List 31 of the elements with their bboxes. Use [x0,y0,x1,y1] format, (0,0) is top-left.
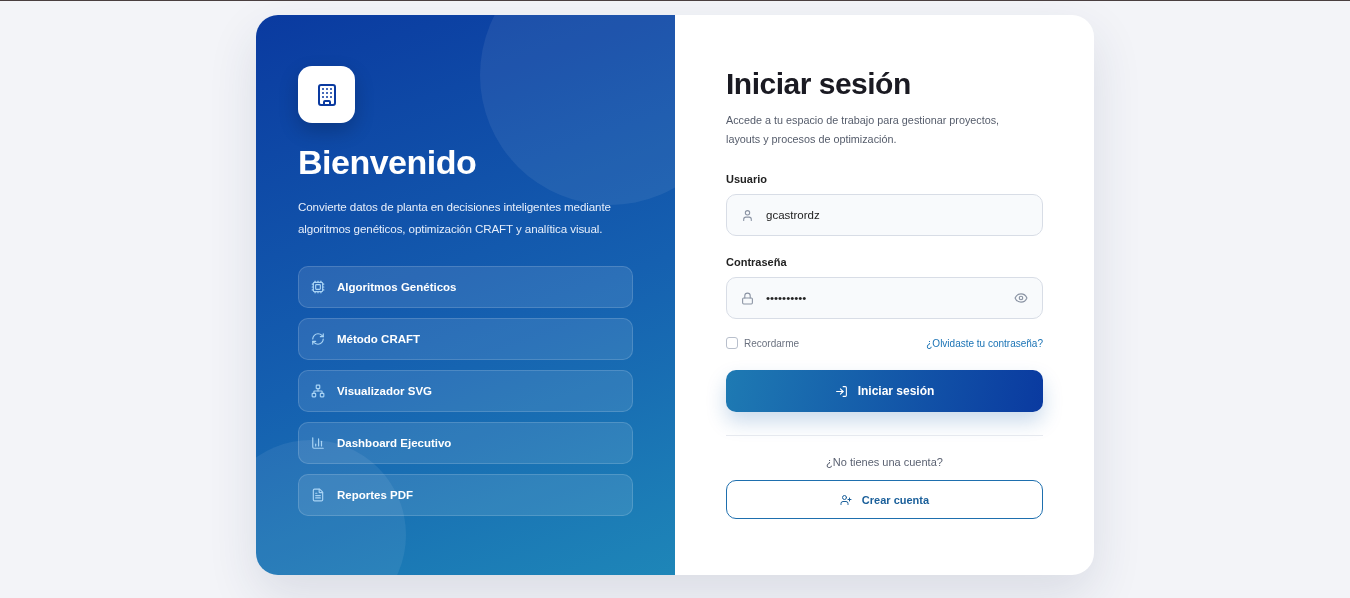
username-field[interactable]: gcastrordz [726,194,1043,236]
signup-prompt: ¿No tienes una cuenta? [825,456,944,468]
forgot-password-link[interactable]: ¿Olvidaste tu contraseña? [926,337,1043,349]
feature-label: Dashboard Ejecutivo [337,437,452,449]
bar-chart-icon [311,436,325,450]
welcome-title: Bienvenido [298,143,478,182]
lock-icon [741,291,754,305]
chip-icon [311,280,325,294]
remember-checkbox[interactable] [726,337,738,349]
login-icon [834,384,848,398]
document-icon [311,488,325,502]
user-plus-icon [839,493,852,506]
feature-label: Reportes PDF [337,489,414,501]
login-title: Iniciar sesión [726,67,912,101]
username-input[interactable]: gcastrordz [766,209,1028,221]
welcome-description: Convierte datos de planta en decisiones inteligentes mediante algoritmos genéticos, optimización CRAFT y analítica visual. [298,199,612,237]
password-input[interactable]: •••••••••• [766,292,1002,304]
signup-button[interactable]: Crear cuenta [726,480,1043,519]
hierarchy-icon [311,384,325,398]
feature-label: Método CRAFT [337,333,421,345]
user-icon [741,208,754,222]
feature-label: Visualizador SVG [337,385,432,397]
feature-label: Algoritmos Genéticos [337,281,457,293]
eye-icon[interactable] [1014,291,1028,305]
field-label: Contraseña [726,256,788,268]
remember-label: Recordarme [744,337,800,349]
login-subtitle: Accede a tu espacio de trabajo para gestionar proyectos, layouts y procesos de optimización. [726,113,1001,147]
login-button[interactable]: Iniciar sesión [726,370,1043,412]
field-label: Usuario [726,173,768,185]
refresh-icon [311,332,325,346]
password-field[interactable]: •••••••••• [726,277,1043,319]
